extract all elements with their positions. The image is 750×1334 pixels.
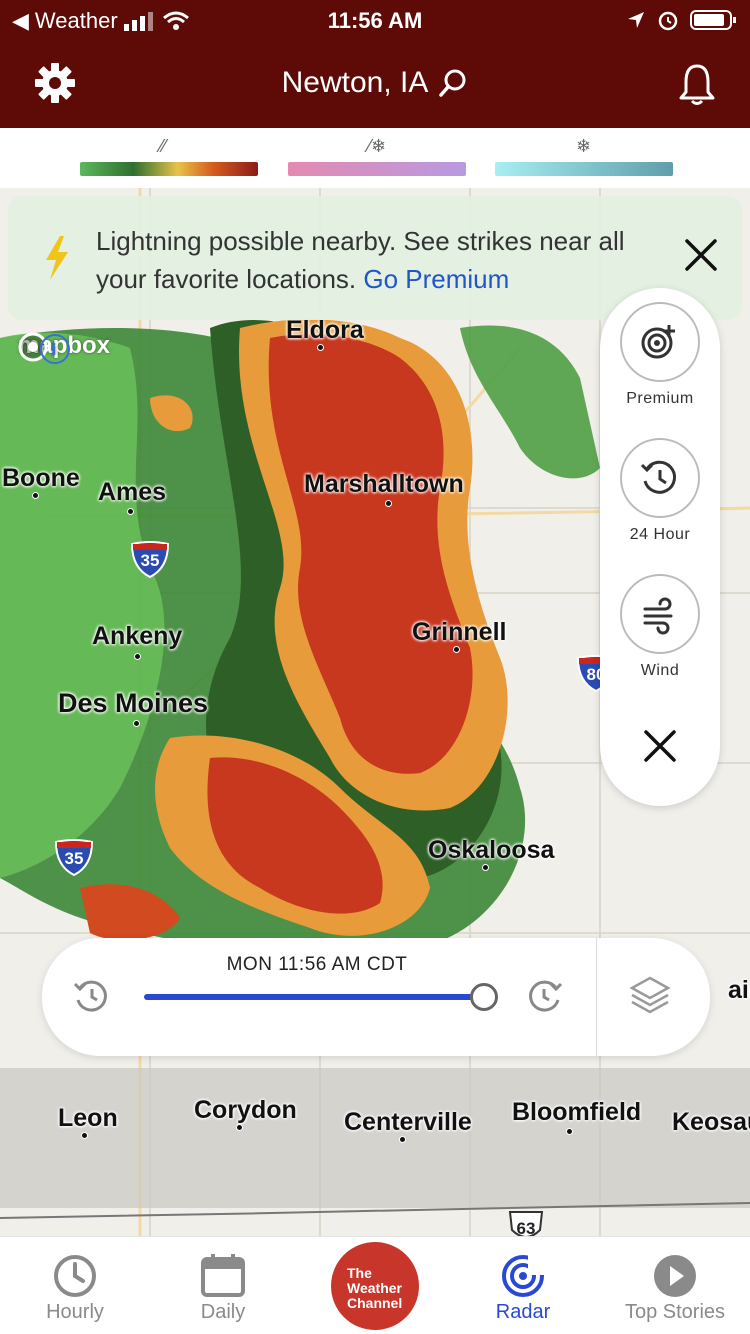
24-hour-label: 24 Hour <box>629 526 691 543</box>
go-premium-link[interactable]: Go Premium <box>363 264 509 294</box>
close-icon[interactable] <box>684 238 718 272</box>
snowflake-icon: ❄ <box>576 136 592 156</box>
precip-legend: ⁄⁄ ⁄❄ ❄ <box>0 128 750 188</box>
timeline-divider <box>596 938 597 1056</box>
play-icon <box>654 1255 696 1297</box>
banner-text: Lightning possible nearby. See strikes n… <box>96 226 625 294</box>
timeline-thumb[interactable] <box>470 983 498 1011</box>
close-controls-button[interactable] <box>620 706 700 786</box>
interstate-shield: 35 <box>130 540 170 578</box>
city-dot <box>127 508 134 515</box>
svg-text:i: i <box>51 340 56 359</box>
map-controls-panel: Premium 24 Hour Wind <box>600 288 720 806</box>
city-label: airfie <box>728 976 750 1004</box>
clock-rewind-icon <box>640 460 677 494</box>
top-bar: ◀ Weather 11:56 AM Newton, IA <box>0 0 750 128</box>
layers-icon[interactable] <box>628 974 672 1018</box>
forward-icon[interactable] <box>524 976 564 1016</box>
notifications-button[interactable] <box>678 62 716 111</box>
city-label: Leon <box>58 1104 118 1132</box>
status-right <box>626 8 738 32</box>
legend-mix-bar <box>288 162 466 176</box>
city-label: Marshalltown <box>304 470 464 498</box>
wind-label: Wind <box>640 662 680 679</box>
city-label: Des Moines <box>58 688 209 718</box>
mapbox-attribution[interactable]: mapbox i <box>18 332 110 364</box>
city-dot <box>81 1132 88 1139</box>
city-label: Ames <box>98 478 167 506</box>
city-dot <box>385 500 392 507</box>
tab-hourly[interactable]: Hourly <box>0 1237 150 1334</box>
timeline-time: MON 11:56 AM CDT <box>226 954 408 975</box>
search-icon <box>439 69 466 97</box>
info-icon[interactable]: i <box>38 332 72 366</box>
tab-top-stories[interactable]: Top Stories <box>600 1237 750 1334</box>
alarm-icon <box>658 11 678 31</box>
raindrop-icon: ⁄⁄ <box>160 136 167 156</box>
city-label: Grinnell <box>412 618 507 646</box>
city-dot <box>133 720 140 727</box>
location-title: Newton, IA <box>281 66 429 99</box>
interstate-shield: 35 <box>54 838 94 876</box>
radar-icon <box>502 1253 546 1297</box>
timeline-card: MON 11:56 AM CDT <box>42 938 710 1056</box>
bell-icon <box>679 64 715 105</box>
close-icon <box>644 730 676 762</box>
lightning-icon <box>46 236 68 280</box>
city-dot <box>566 1128 573 1135</box>
clock-icon <box>54 1255 96 1297</box>
wind-icon <box>643 597 673 635</box>
city-label: Keosau <box>672 1108 750 1136</box>
radar-plus-icon <box>641 325 675 359</box>
rewind-icon[interactable] <box>72 976 112 1016</box>
city-dot <box>482 864 489 871</box>
city-dot <box>399 1136 406 1143</box>
city-label: Corydon <box>194 1096 297 1124</box>
city-dot <box>236 1124 243 1131</box>
us-route-shield: 63 <box>506 1208 546 1236</box>
legend-rain-bar <box>80 162 258 176</box>
city-label: Bloomfield <box>512 1098 642 1126</box>
tab-radar[interactable]: Radar <box>448 1237 598 1334</box>
city-label: Ankeny <box>92 622 183 650</box>
status-bar: ◀ Weather 11:56 AM <box>0 0 750 42</box>
24-hour-button[interactable] <box>620 438 700 518</box>
timeline-track[interactable] <box>144 994 486 1000</box>
wind-button[interactable] <box>620 574 700 654</box>
mix-icon: ⁄❄ <box>368 136 387 156</box>
city-dot <box>32 492 39 499</box>
premium-label: Premium <box>626 390 694 407</box>
twc-logo-text: The Weather Channel <box>347 1265 403 1311</box>
twc-logo-button[interactable]: The Weather Channel <box>331 1242 419 1330</box>
battery-icon <box>690 10 736 30</box>
premium-button[interactable] <box>620 302 700 382</box>
city-label: Boone <box>2 464 80 492</box>
legend-snow-bar <box>495 162 673 176</box>
city-label: Oskaloosa <box>428 836 555 864</box>
location-arrow-icon <box>628 12 644 28</box>
city-dot <box>317 344 324 351</box>
location-search[interactable]: Newton, IA <box>0 66 750 100</box>
city-label: Centerville <box>344 1108 472 1136</box>
city-dot <box>134 653 141 660</box>
city-label: Eldora <box>286 316 364 344</box>
city-dot <box>453 646 460 653</box>
calendar-icon <box>201 1254 245 1297</box>
tab-daily[interactable]: Daily <box>148 1237 298 1334</box>
